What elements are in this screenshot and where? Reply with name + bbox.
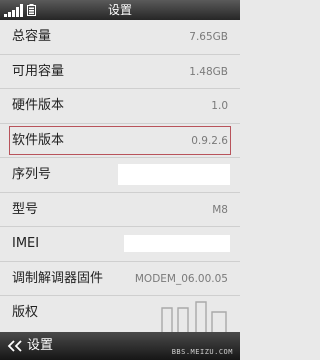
row-total-capacity: 总容量 7.65GB [0,20,240,55]
bottom-bar: 设置 BBS.MEIZU.COM [0,332,240,360]
redacted-value [124,235,230,252]
page-title: 设置 [107,3,132,17]
row-label: 调制解调器固件 [12,270,104,286]
row-value: 1.0 [211,100,228,112]
row-value: M8 [212,203,228,216]
row-value: MODEM_06.00.05 [134,272,228,285]
double-chevron-left-icon [7,340,22,352]
row-imei: IMEI [0,227,240,262]
info-list: 总容量 7.65GB 可用容量 1.48GB 硬件版本 1.0 软件版本 0.9… [0,20,240,331]
row-label: IMEI [12,236,40,251]
row-label: 硬件版本 [12,98,65,113]
row-label: 总容量 [12,29,52,44]
row-value: 7.65GB [189,31,228,43]
row-label: 软件版本 [12,132,65,148]
row-label: 序列号 [12,167,52,182]
status-bar: 设置 [0,0,240,20]
row-hardware-version: 硬件版本 1.0 [0,89,240,124]
row-label: 版权 [12,305,39,320]
row-value: 0.9.2.6 [191,134,228,147]
row-software-version[interactable]: 软件版本 0.9.2.6 [0,124,240,158]
row-value: 1.48GB [189,65,228,78]
row-label: 可用容量 [12,63,65,79]
redacted-value [118,164,230,185]
back-button[interactable]: 设置 [0,332,70,360]
row-serial-number: 序列号 [0,158,240,193]
row-model: 型号 M8 [0,193,240,227]
row-label: 型号 [12,201,39,217]
watermark-text: BBS.MEIZU.COM [171,348,233,356]
row-available-capacity: 可用容量 1.48GB [0,55,240,89]
back-label: 设置 [27,338,54,353]
row-modem-firmware: 调制解调器固件 MODEM_06.00.05 [0,262,240,296]
